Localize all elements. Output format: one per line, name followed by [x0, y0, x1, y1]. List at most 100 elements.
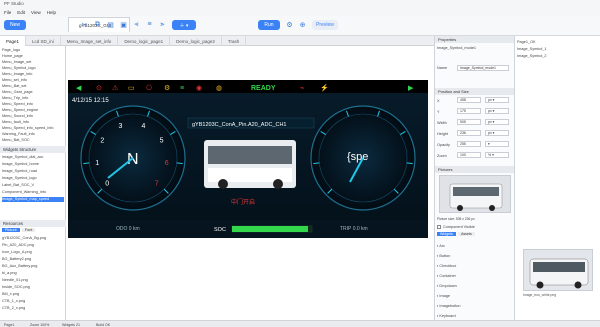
tab-page1[interactable]: Page1 — [0, 36, 27, 46]
widget-palette-item[interactable]: ▪ Button — [437, 252, 450, 259]
selected-name-text: Image_Symbol_mode1 — [437, 45, 477, 50]
tree-item[interactable]: Menu_Image_info — [2, 72, 64, 77]
unit-dropdown[interactable]: px ▾ — [485, 130, 509, 136]
field-input[interactable]: 458 — [457, 97, 481, 103]
dial-tick-mark — [176, 162, 183, 165]
tree-item[interactable]: Menu_Gear_page — [2, 90, 64, 95]
unit-dropdown[interactable]: px ▾ — [485, 97, 509, 103]
structure-item[interactable]: Image_Symbol_map_speed — [2, 197, 64, 202]
field-input[interactable]: 505 — [457, 119, 481, 125]
tree-item[interactable]: Menu_Speed_info — [2, 102, 64, 107]
field-input[interactable]: 255 — [457, 141, 481, 147]
temp-icon: ⌁ — [300, 85, 304, 92]
align-center-icon[interactable]: ≡ — [144, 19, 155, 30]
tab-widgets[interactable]: Widgets — [437, 232, 456, 236]
field-input[interactable]: 100 — [457, 152, 481, 158]
zoom-icon[interactable]: ⊕ — [297, 19, 308, 30]
tab-menu-image[interactable]: Menu_Image_set_info — [61, 36, 119, 46]
tree-item[interactable]: Page_logo — [2, 48, 64, 53]
resource-item[interactable]: Inside_SOC.png — [2, 285, 64, 290]
tab-picture[interactable]: Picture — [2, 228, 20, 232]
menu-help[interactable]: Help — [47, 10, 56, 15]
object-tree-item[interactable]: Image_Symbol_2 — [517, 54, 597, 59]
asset-thumbnail[interactable] — [523, 249, 593, 291]
structure-item[interactable]: Image_Symbol_dial_acc — [2, 155, 64, 160]
tab-lcd[interactable]: Lcd SD_ini — [26, 36, 61, 46]
object-tree-item[interactable]: Page1_OK — [517, 40, 597, 45]
widget-palette-item[interactable]: ▪ Keyboard — [437, 312, 456, 319]
resources-header-label: Resources — [3, 221, 24, 226]
unit-dropdown[interactable]: % ▾ — [485, 152, 509, 158]
tree-item[interactable]: Menu_Bat_SOC — [2, 138, 64, 143]
settings-icon[interactable]: ⚙ — [284, 19, 295, 30]
tree-item[interactable]: Menu_set_info — [2, 78, 64, 83]
widget-palette-item[interactable]: ▪ Dropdown — [437, 282, 457, 289]
run-button[interactable]: Run — [258, 20, 280, 30]
structure-item[interactable]: Image_Symbol_home — [2, 162, 64, 167]
structure-item[interactable]: Image_Symbol_road — [2, 169, 64, 174]
tab-assets[interactable]: Assets — [457, 232, 475, 236]
tree-item[interactable]: Menu_Speed_engine — [2, 108, 64, 113]
unit-dropdown[interactable]: px ▾ — [485, 119, 509, 125]
structure-item[interactable]: Image_Symbol_logo — [2, 176, 64, 181]
tab-trash[interactable]: Trash — [222, 36, 247, 46]
unit-dropdown[interactable]: ▾ — [485, 141, 509, 147]
field-input[interactable]: 175 — [457, 108, 481, 114]
trip-text: TRIP 0.0 km — [340, 226, 368, 232]
widget-palette-item[interactable]: ▪ Checkbox — [437, 262, 456, 269]
resource-item[interactable]: gYB1203C_ConA_Bg.png — [2, 236, 64, 241]
resource-item[interactable]: bl_a.png — [2, 271, 64, 276]
status-zoom[interactable]: Zoom 100% — [30, 322, 49, 327]
cut-icon[interactable]: ✂ — [79, 19, 90, 30]
tree-item[interactable]: Warning_Fault_info — [2, 132, 64, 137]
component-visible[interactable]: Component Visible — [437, 223, 475, 230]
resource-item[interactable]: Needle_01.png — [2, 278, 64, 283]
structure-item[interactable]: Label_Bat_SOC_V — [2, 183, 64, 188]
resource-item[interactable]: BG_Aux_Battery.png — [2, 264, 64, 269]
object-tree-item[interactable]: Image_Symbol_1 — [517, 47, 597, 52]
tree-item[interactable]: Menu_Trip_info — [2, 96, 64, 101]
dial-tick-mark — [83, 162, 90, 165]
field-input[interactable]: 236 — [457, 130, 481, 136]
tree-item[interactable]: Menu_fault_info — [2, 120, 64, 125]
menu-edit[interactable]: Edit — [17, 10, 25, 15]
structure-item[interactable]: Component_Warning_info — [2, 190, 64, 195]
widget-palette-item[interactable]: ▪ Container — [437, 272, 456, 279]
tree-item[interactable]: Menu_Speed_info_speed_info — [2, 126, 64, 131]
dial-tick-label: 3 — [118, 123, 122, 130]
tab-demo-logic-2[interactable]: Demo_logic_page2 — [170, 36, 222, 46]
widget-palette-item[interactable]: ▪ Arc — [437, 242, 445, 249]
resource-item[interactable]: BG_Battery2.png — [2, 257, 64, 262]
tree-item[interactable]: Home_page — [2, 54, 64, 59]
tree-item[interactable]: Menu_Bat_set — [2, 84, 64, 89]
name-field[interactable]: Image_Symbol_mode1 — [457, 65, 509, 71]
widget-palette-item[interactable]: ▪ Image — [437, 292, 450, 299]
checkbox-icon[interactable] — [437, 224, 441, 229]
widget-palette-item[interactable]: ▪ Imagebutton — [437, 302, 461, 309]
field-label: Opacity — [437, 142, 450, 147]
resource-item[interactable]: BM_x.png — [2, 292, 64, 297]
tab-font[interactable]: Font — [21, 228, 36, 232]
align-left-icon[interactable]: ⫷ — [131, 19, 142, 30]
tab-demo-logic-1[interactable]: Demo_logic_page1 — [118, 36, 171, 46]
tree-item[interactable]: Menu_Image_set — [2, 60, 64, 65]
add-widget-button[interactable]: ＋ ▾ — [172, 20, 196, 30]
align-right-icon[interactable]: ⫸ — [157, 19, 168, 30]
resource-item[interactable]: Icon_Logo_A.png — [2, 250, 64, 255]
menu-view[interactable]: View — [31, 10, 41, 15]
tree-item[interactable]: Menu_Sound_info — [2, 114, 64, 119]
new-button[interactable]: New — [4, 20, 26, 30]
paste-icon[interactable]: ▤ — [105, 19, 116, 30]
unit-dropdown[interactable]: px ▾ — [485, 108, 509, 114]
preview-button[interactable]: Preview — [312, 20, 338, 30]
resource-item[interactable]: CTB_1_x.png — [2, 299, 64, 304]
picture-preview[interactable] — [439, 175, 511, 213]
copy-icon[interactable]: ⧉ — [92, 19, 103, 30]
save-icon[interactable]: ▣ — [118, 19, 129, 30]
menu-file[interactable]: File — [4, 10, 11, 15]
dashboard-preview[interactable]: ◀ ⊙ ⚠ ▭ ⎔ ⚙ ≡ ◉ ◍ ⌁ ⚡ ▶ READY 4/12/15 12:15 0 1 2 3 4 5 6… — [68, 80, 428, 238]
resource-item[interactable]: CTB_2_x.png — [2, 306, 64, 311]
headlight-icon: ≡ — [180, 85, 184, 92]
resource-item[interactable]: Pin_A20_ADC.png — [2, 243, 64, 248]
tree-item[interactable]: Menu_Symbol_logo — [2, 66, 64, 71]
